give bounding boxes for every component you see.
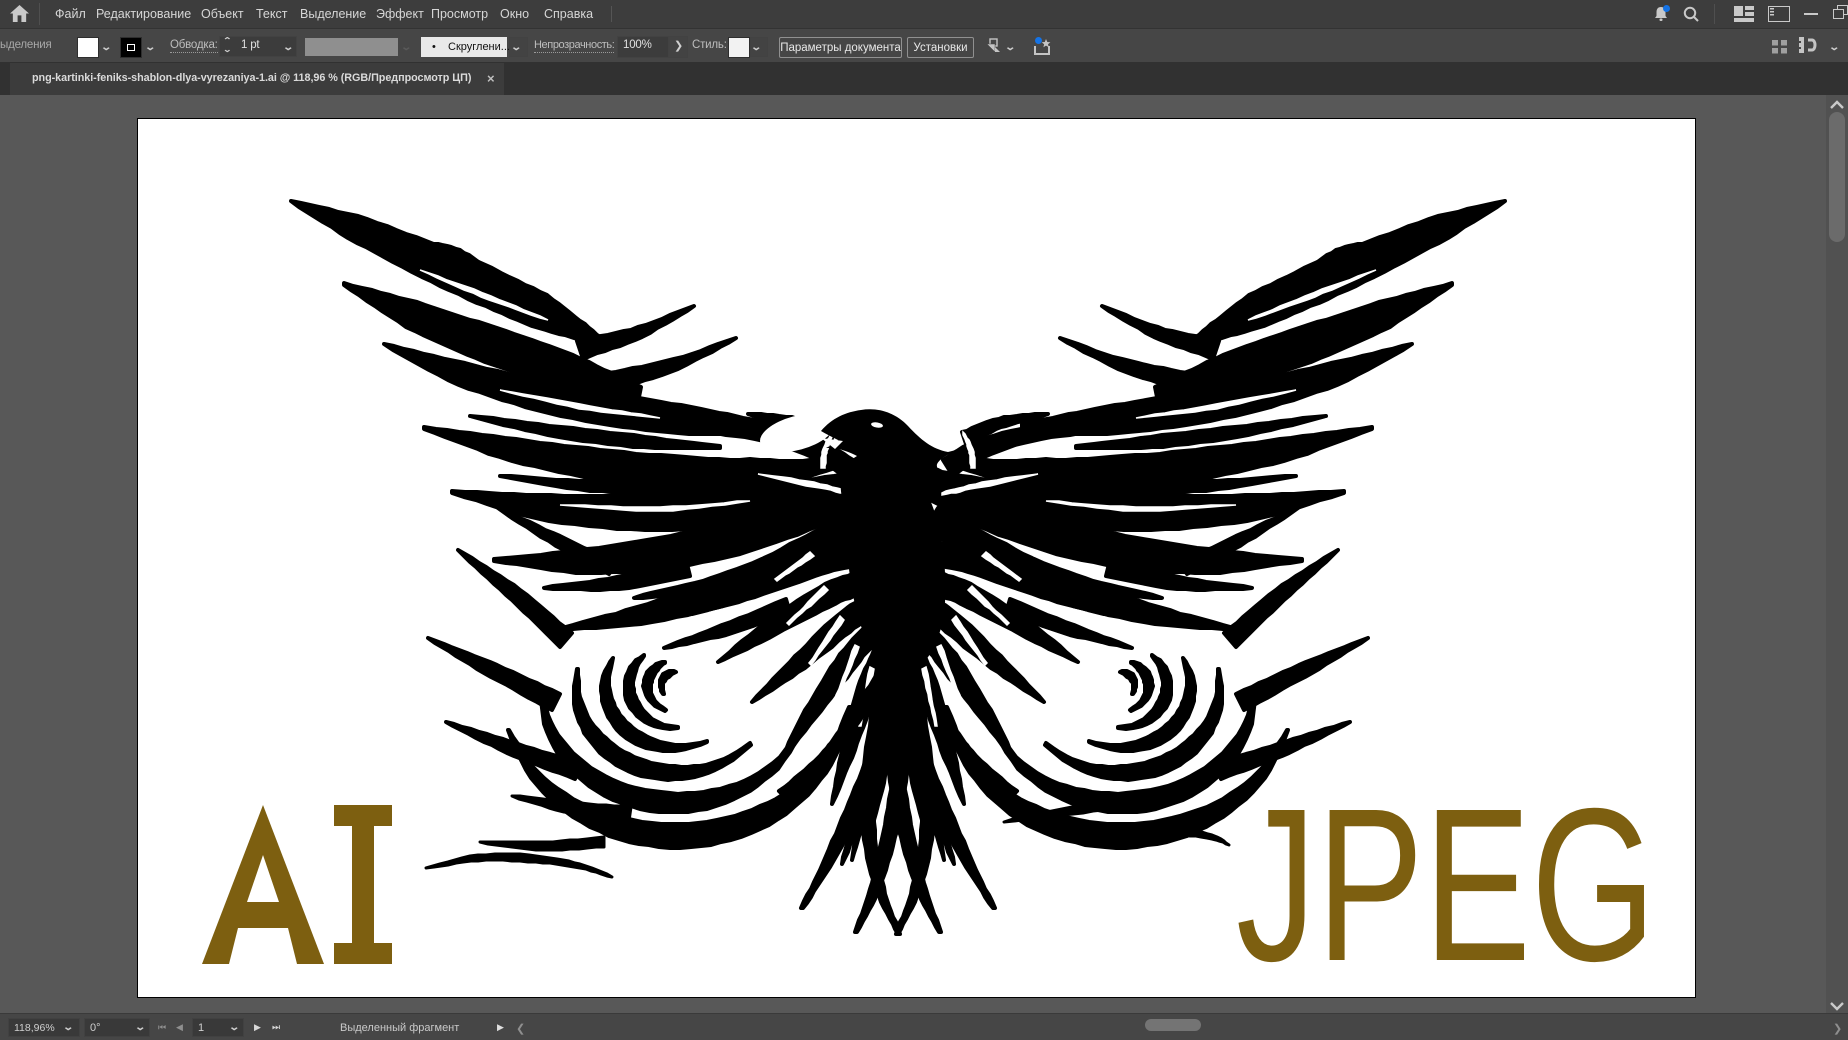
svg-text:JPEG: JPEG: [1236, 764, 1656, 997]
